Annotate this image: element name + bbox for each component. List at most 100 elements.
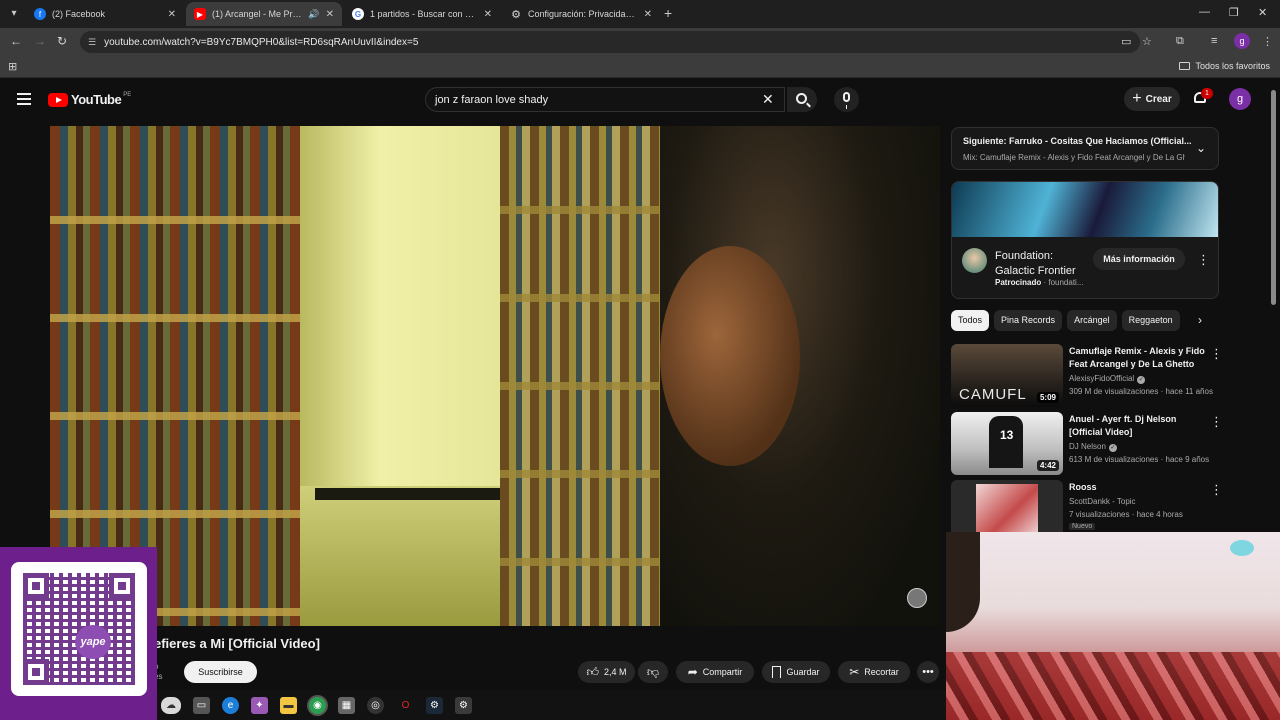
create-button[interactable]: + Crear: [1124, 87, 1180, 111]
recommendation-more-icon[interactable]: ⋮: [1210, 347, 1223, 360]
cast-icon[interactable]: ▭: [1121, 35, 1131, 48]
tab-facebook[interactable]: f (2) Facebook ✕: [26, 2, 184, 26]
dislike-button[interactable]: 👎︎: [638, 661, 668, 683]
thumbnail-text: 13: [1000, 428, 1014, 442]
recommendation-title[interactable]: Camuflaje Remix - Alexis y Fido Feat Arc…: [1069, 345, 1209, 371]
recommendation-thumbnail[interactable]: CAMUFL 5:09: [951, 344, 1063, 407]
ad-sponsor-line: Patrocinado · foundati...: [995, 278, 1084, 287]
store-icon[interactable]: ▦: [338, 697, 355, 714]
user-avatar[interactable]: g: [1229, 88, 1251, 110]
browser-menu-icon[interactable]: ⋮: [1262, 35, 1273, 48]
chevron-down-icon[interactable]: ⌄: [1196, 141, 1206, 155]
browser-profile-avatar[interactable]: g: [1234, 33, 1250, 49]
tab-search-icon[interactable]: ▾: [4, 4, 24, 24]
recommendation-channel[interactable]: AlexisyFidoOfficial ✓: [1069, 374, 1146, 384]
opera-icon[interactable]: O: [397, 697, 414, 714]
apps-grid-icon[interactable]: ⊞: [8, 60, 17, 73]
url-text: youtube.com/watch?v=B9Yc7BMQPH0&list=RD6…: [104, 36, 419, 48]
close-tab-icon[interactable]: ✕: [326, 9, 334, 20]
clip-label: Recortar: [864, 667, 899, 677]
close-tab-icon[interactable]: ✕: [644, 9, 652, 20]
more-info-button[interactable]: Más información: [1093, 248, 1185, 270]
copilot-icon[interactable]: ✦: [251, 697, 268, 714]
new-tab-icon[interactable]: +: [664, 5, 672, 21]
obs-icon[interactable]: ◎: [367, 697, 384, 714]
extensions-icon[interactable]: ⧉: [1176, 35, 1184, 48]
recommendation-title[interactable]: Anuel - Ayer ft. Dj Nelson [Official Vid…: [1069, 413, 1209, 439]
audio-playing-icon[interactable]: 🔊: [308, 9, 319, 20]
up-next-title: Siguiente: Farruko - Cositas Que Haciamo…: [963, 136, 1192, 146]
recommendation-item[interactable]: CAMUFL 5:09 Camuflaje Remix - Alexis y F…: [951, 344, 1223, 408]
all-bookmarks-button[interactable]: Todos los favoritos: [1179, 61, 1270, 71]
recommendation-channel[interactable]: ScottDankk - Topic: [1069, 497, 1136, 506]
channel-watermark-icon[interactable]: [907, 588, 927, 608]
ad-title[interactable]: Foundation: Galactic Frontier: [995, 249, 1087, 279]
webcam-background-object: [1230, 540, 1254, 556]
advertiser-logo[interactable]: [962, 248, 987, 273]
cloud-icon[interactable]: ☁: [161, 697, 181, 714]
bookmark-icon: [772, 666, 782, 678]
desktop-icon[interactable]: ▭: [193, 697, 210, 714]
minimize-icon[interactable]: —: [1199, 6, 1210, 18]
recommendation-thumbnail[interactable]: 13 4:42: [951, 412, 1063, 475]
up-next-card[interactable]: Siguiente: Farruko - Cositas Que Haciamo…: [951, 127, 1219, 170]
like-count: 2,4 M: [604, 667, 627, 677]
forward-icon[interactable]: →: [34, 34, 46, 48]
recommendation-channel[interactable]: DJ Nelson ✓: [1069, 442, 1117, 452]
ad-more-options-icon[interactable]: ⋮: [1197, 253, 1210, 266]
back-icon[interactable]: ←: [10, 34, 22, 48]
chip-pina-records[interactable]: Pina Records: [994, 310, 1063, 331]
maximize-icon[interactable]: ❐: [1229, 6, 1239, 19]
folder-icon: [1179, 62, 1191, 70]
bookmark-star-icon[interactable]: ☆: [1142, 35, 1152, 48]
file-explorer-icon[interactable]: ▬: [280, 697, 297, 714]
recommendation-title[interactable]: Rooss: [1069, 481, 1209, 494]
chip-todos[interactable]: Todos: [951, 310, 990, 331]
tab-settings[interactable]: ⚙ Configuración: Privacidad y seg ✕: [502, 2, 660, 26]
tab-google[interactable]: G 1 partidos - Buscar con Google ✕: [344, 2, 500, 26]
clip-button[interactable]: ✂ Recortar: [838, 661, 910, 683]
sponsored-ad-card[interactable]: Foundation: Galactic Frontier Patrocinad…: [951, 181, 1219, 299]
save-button[interactable]: Guardar: [762, 661, 830, 683]
share-button[interactable]: ➦ Compartir: [676, 661, 754, 683]
voice-search-button[interactable]: [834, 87, 859, 112]
clear-search-icon[interactable]: ✕: [762, 91, 774, 108]
tab-youtube[interactable]: ▶ (1) Arcangel - Me Prefieres 🔊 ✕: [186, 2, 342, 26]
reload-icon[interactable]: ↻: [57, 34, 67, 48]
subscribe-button[interactable]: Suscribirse: [184, 661, 257, 683]
close-window-icon[interactable]: ✕: [1258, 6, 1267, 19]
address-bar[interactable]: ☰ youtube.com/watch?v=B9Yc7BMQPH0&list=R…: [80, 31, 1140, 53]
recommendation-item[interactable]: 13 4:42 Anuel - Ayer ft. Dj Nelson [Offi…: [951, 412, 1223, 476]
recommendation-meta: 613 M de visualizaciones · hace 9 años: [1069, 455, 1210, 464]
steam-icon[interactable]: ⚙: [426, 697, 443, 714]
search-input[interactable]: jon z faraon love shady: [425, 87, 785, 112]
country-code: PE: [123, 91, 132, 98]
hamburger-menu-icon[interactable]: [17, 93, 31, 105]
tab-label: Configuración: Privacidad y seg: [528, 9, 638, 19]
reading-list-icon[interactable]: ≡: [1211, 35, 1217, 47]
ad-banner-image[interactable]: [952, 182, 1218, 237]
video-player[interactable]: [50, 126, 940, 626]
chevron-right-icon[interactable]: ›: [1198, 313, 1202, 327]
youtube-header: YouTube PE jon z faraon love shady ✕ + C…: [0, 79, 1280, 121]
site-info-icon[interactable]: ☰: [88, 37, 96, 48]
recommendation-more-icon[interactable]: ⋮: [1210, 415, 1223, 428]
yape-logo: yape: [75, 625, 111, 659]
close-tab-icon[interactable]: ✕: [484, 9, 492, 20]
more-actions-button[interactable]: •••: [917, 661, 939, 683]
youtube-logo[interactable]: YouTube PE: [48, 92, 131, 107]
system-settings-icon[interactable]: ⚙: [455, 697, 472, 714]
chip-reggaeton[interactable]: Reggaeton: [1121, 310, 1180, 331]
search-button[interactable]: [787, 87, 817, 112]
chip-arcangel[interactable]: Arcángel: [1067, 310, 1117, 331]
edge-browser-icon[interactable]: e: [222, 697, 239, 714]
view-count: 613 M de visualizaciones: [1069, 455, 1159, 464]
page-scrollbar[interactable]: [1271, 90, 1276, 305]
thumbs-up-icon: 👍︎: [586, 664, 600, 679]
duration-badge: 4:42: [1036, 460, 1059, 471]
chrome-browser-icon[interactable]: ◉: [309, 697, 326, 714]
like-button[interactable]: 👍︎ 2,4 M: [578, 661, 635, 683]
close-tab-icon[interactable]: ✕: [168, 9, 176, 20]
recommendation-more-icon[interactable]: ⋮: [1210, 483, 1223, 496]
ad-domain: foundati...: [1048, 278, 1084, 287]
